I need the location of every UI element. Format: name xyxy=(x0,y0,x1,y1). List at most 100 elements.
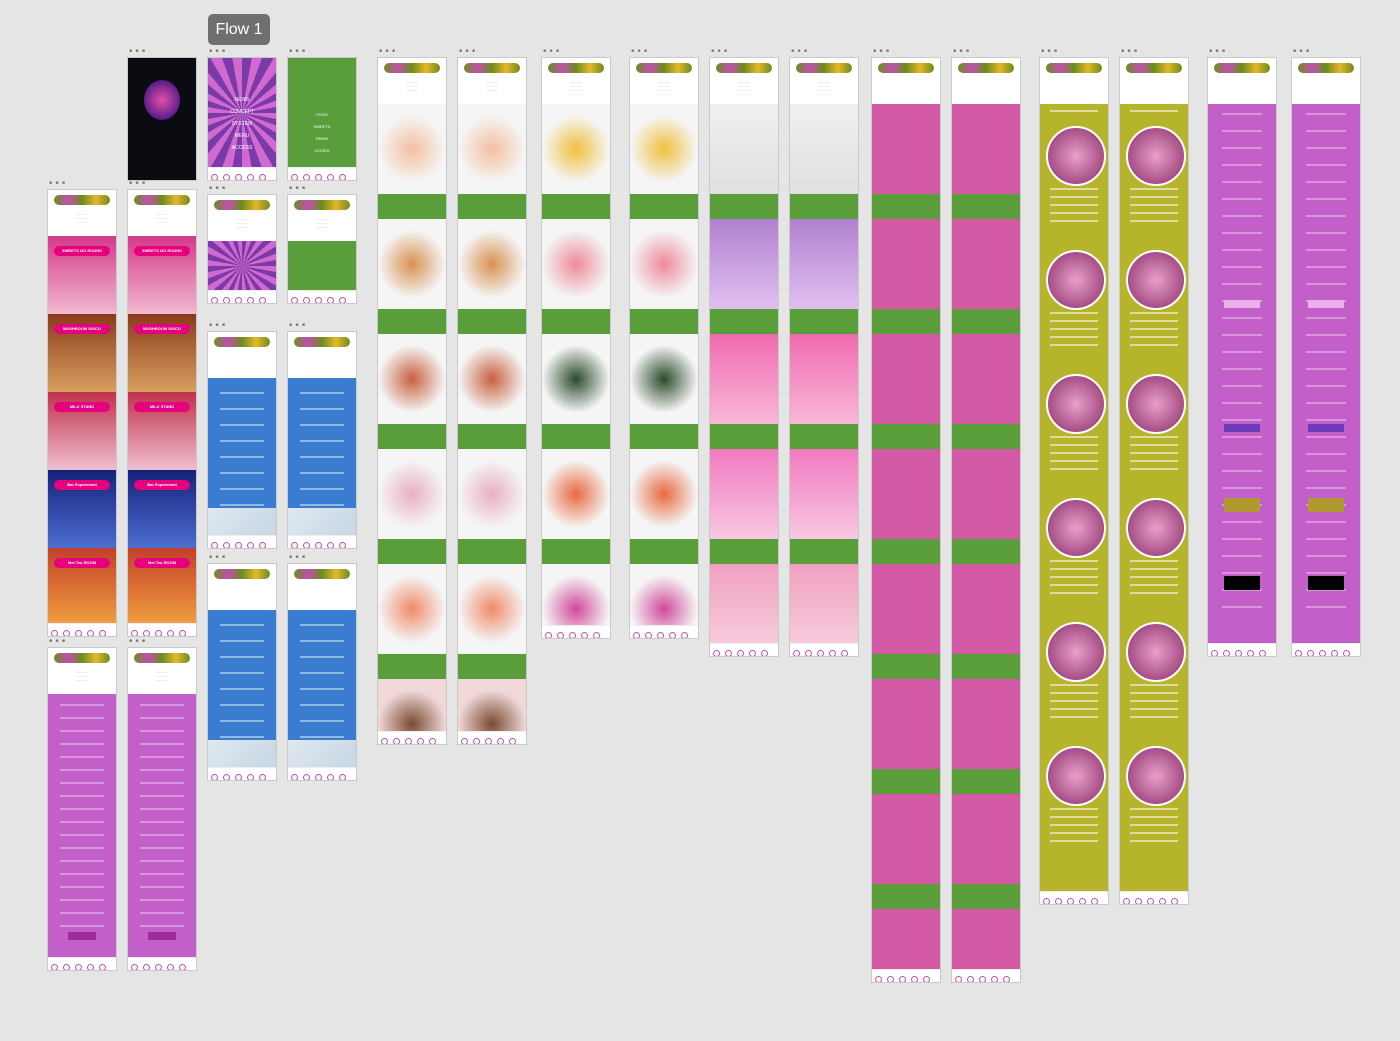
social-icon[interactable] xyxy=(955,976,962,982)
social-icon[interactable] xyxy=(1055,898,1062,904)
news-photo[interactable] xyxy=(1046,498,1106,558)
header-nav[interactable]: — — — — — — — — — xyxy=(378,80,446,92)
social-icon[interactable] xyxy=(291,774,298,780)
social-icon[interactable] xyxy=(339,774,346,780)
site-logo[interactable] xyxy=(294,569,350,579)
goods-image[interactable] xyxy=(952,334,1020,424)
social-icon[interactable] xyxy=(1079,898,1086,904)
social-icon[interactable] xyxy=(131,964,138,970)
news-photo[interactable] xyxy=(1046,746,1106,806)
social-icon[interactable] xyxy=(235,542,242,548)
news-photo[interactable] xyxy=(1126,622,1186,682)
product-image[interactable] xyxy=(542,449,610,539)
frame-menu-dots[interactable]: ••• xyxy=(208,554,226,563)
news-photo[interactable] xyxy=(1126,250,1186,310)
social-icon[interactable] xyxy=(315,174,322,180)
social-icon[interactable] xyxy=(315,774,322,780)
social-icon[interactable] xyxy=(247,542,254,548)
social-icon[interactable] xyxy=(485,738,492,744)
social-icon[interactable] xyxy=(327,774,334,780)
nav-item[interactable]: ACCESS xyxy=(214,146,270,151)
social-icon[interactable] xyxy=(381,738,388,744)
social-icon[interactable] xyxy=(327,542,334,548)
phone-frame[interactable]: — — — — — — — — — CONCEPT xyxy=(128,648,196,970)
product-image[interactable] xyxy=(542,219,610,309)
social-icon[interactable] xyxy=(1343,650,1350,656)
social-icon[interactable] xyxy=(713,650,720,656)
social-icon[interactable] xyxy=(63,630,70,636)
phone-frame[interactable] xyxy=(872,58,940,982)
news-photo[interactable] xyxy=(1126,126,1186,186)
social-icon[interactable] xyxy=(259,542,266,548)
social-icon[interactable] xyxy=(143,964,150,970)
social-icon[interactable] xyxy=(223,174,230,180)
phone-frame[interactable]: — — — — — — — — — xyxy=(542,58,610,638)
hero-banner[interactable]: Bar Experiment xyxy=(54,480,110,490)
site-logo[interactable] xyxy=(1298,63,1354,73)
site-logo[interactable] xyxy=(54,653,110,663)
social-icon[interactable] xyxy=(581,632,588,638)
social-icon[interactable] xyxy=(315,542,322,548)
frame-menu-dots[interactable]: ••• xyxy=(630,48,648,57)
site-logo[interactable] xyxy=(548,63,604,73)
social-icon[interactable] xyxy=(235,297,242,303)
product-image[interactable] xyxy=(378,564,446,654)
goods-image[interactable] xyxy=(872,219,940,309)
social-icon[interactable] xyxy=(761,650,768,656)
social-icon[interactable] xyxy=(99,630,106,636)
product-image[interactable] xyxy=(710,334,778,424)
social-icon[interactable] xyxy=(1123,898,1130,904)
social-icon[interactable] xyxy=(497,738,504,744)
social-icon[interactable] xyxy=(1091,898,1098,904)
social-icon[interactable] xyxy=(793,650,800,656)
site-logo[interactable] xyxy=(214,569,270,579)
social-icon[interactable] xyxy=(235,174,242,180)
phone-frame[interactable] xyxy=(208,564,276,780)
social-icon[interactable] xyxy=(669,632,676,638)
site-logo[interactable] xyxy=(796,63,852,73)
phone-frame[interactable]: — — — — — — — — — CONCEPT xyxy=(48,648,116,970)
phone-frame[interactable]: — — — — — — — — — xyxy=(458,58,526,744)
social-icon[interactable] xyxy=(393,738,400,744)
menu-item[interactable]: FOOD xyxy=(294,113,350,117)
social-icon[interactable] xyxy=(557,632,564,638)
product-image[interactable] xyxy=(630,334,698,424)
social-icon[interactable] xyxy=(223,542,230,548)
header-nav[interactable]: — — — — — — — — — xyxy=(630,80,698,92)
social-icon[interactable] xyxy=(633,632,640,638)
social-icon[interactable] xyxy=(991,976,998,982)
frame-menu-dots[interactable]: ••• xyxy=(288,185,306,194)
phone-frame[interactable]: SYSTEM xyxy=(1208,58,1276,656)
social-icon[interactable] xyxy=(1295,650,1302,656)
goods-image[interactable] xyxy=(952,449,1020,539)
product-image[interactable] xyxy=(790,564,858,654)
social-icon[interactable] xyxy=(1319,650,1326,656)
frame-menu-dots[interactable]: ••• xyxy=(1040,48,1058,57)
product-image[interactable] xyxy=(790,219,858,309)
frame-menu-dots[interactable]: ••• xyxy=(128,48,146,57)
social-icon[interactable] xyxy=(967,976,974,982)
social-icon[interactable] xyxy=(75,630,82,636)
site-logo[interactable] xyxy=(464,63,520,73)
goods-image[interactable] xyxy=(952,219,1020,309)
social-icon[interactable] xyxy=(805,650,812,656)
phone-frame[interactable]: FOOD SWEETS DRINK GOODS xyxy=(288,58,356,180)
social-icon[interactable] xyxy=(875,976,882,982)
social-icon[interactable] xyxy=(545,632,552,638)
site-logo[interactable] xyxy=(134,195,190,205)
product-image[interactable] xyxy=(458,104,526,194)
site-logo[interactable] xyxy=(294,337,350,347)
social-icon[interactable] xyxy=(167,630,174,636)
header-nav[interactable]: — — — — — — — — — xyxy=(790,80,858,92)
social-icon[interactable] xyxy=(291,174,298,180)
phone-frame[interactable] xyxy=(128,58,196,180)
product-image[interactable] xyxy=(458,334,526,424)
product-image[interactable] xyxy=(458,449,526,539)
social-icon[interactable] xyxy=(841,650,848,656)
social-icon[interactable] xyxy=(223,297,230,303)
social-icon[interactable] xyxy=(1171,898,1178,904)
hero-banner[interactable]: Mel-Tea ROOM xyxy=(134,558,190,568)
social-icon[interactable] xyxy=(1307,650,1314,656)
goods-image[interactable] xyxy=(872,334,940,424)
news-photo[interactable] xyxy=(1126,746,1186,806)
